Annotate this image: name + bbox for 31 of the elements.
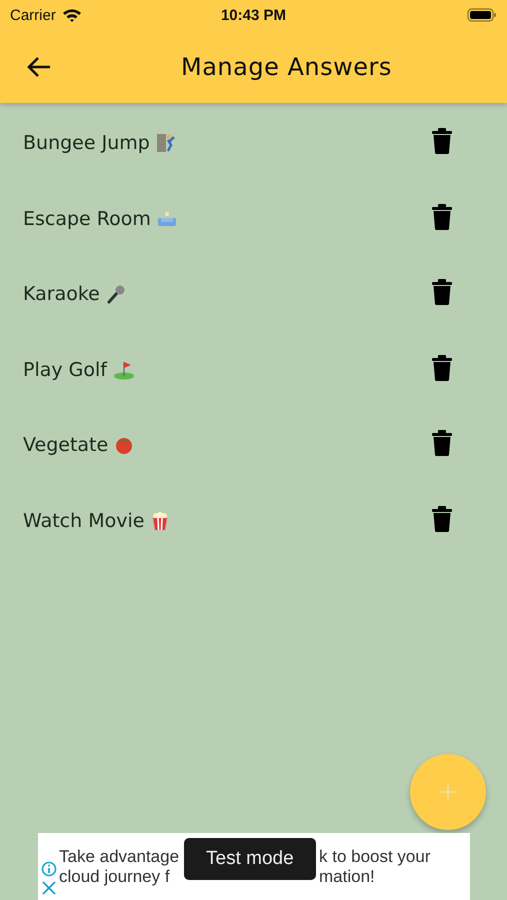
microphone-icon [106,284,126,304]
ad-text: k to boost your [319,846,431,866]
answer-label: Bungee Jump [23,131,150,155]
answer-label: Karaoke [23,282,100,306]
answer-label: Escape Room [23,206,151,230]
answer-label: Play Golf [23,358,107,382]
delete-icon[interactable] [432,430,452,456]
delete-icon[interactable] [432,204,452,230]
plus-icon [437,781,459,803]
ad-text: Take advantage [59,846,180,866]
info-icon[interactable] [41,860,57,876]
delete-icon[interactable] [432,128,452,154]
answer-label: Vegetate [23,433,108,457]
wifi-icon [62,8,82,22]
status-time: 10:43 PM [220,6,286,24]
carrier-name: Carrier [10,6,56,24]
battery-icon [466,8,497,22]
answer-label: Watch Movie [23,508,144,532]
delete-icon[interactable] [432,506,452,532]
ad-banner[interactable]: Take advantage k to boost your cloud journey f mation! Test mode [38,833,470,900]
screen-title: Manage Answers [181,52,392,80]
golf-flag-icon [112,360,135,380]
delete-icon[interactable] [432,354,452,380]
ad-text: cloud journey f [59,866,171,886]
delete-icon[interactable] [432,279,452,305]
ad-text: mation! [319,866,375,886]
climber-icon [156,133,176,153]
tomato-icon [114,435,134,455]
close-icon[interactable] [42,880,56,894]
toast-message: Test mode [184,838,316,880]
back-button[interactable] [26,56,52,78]
